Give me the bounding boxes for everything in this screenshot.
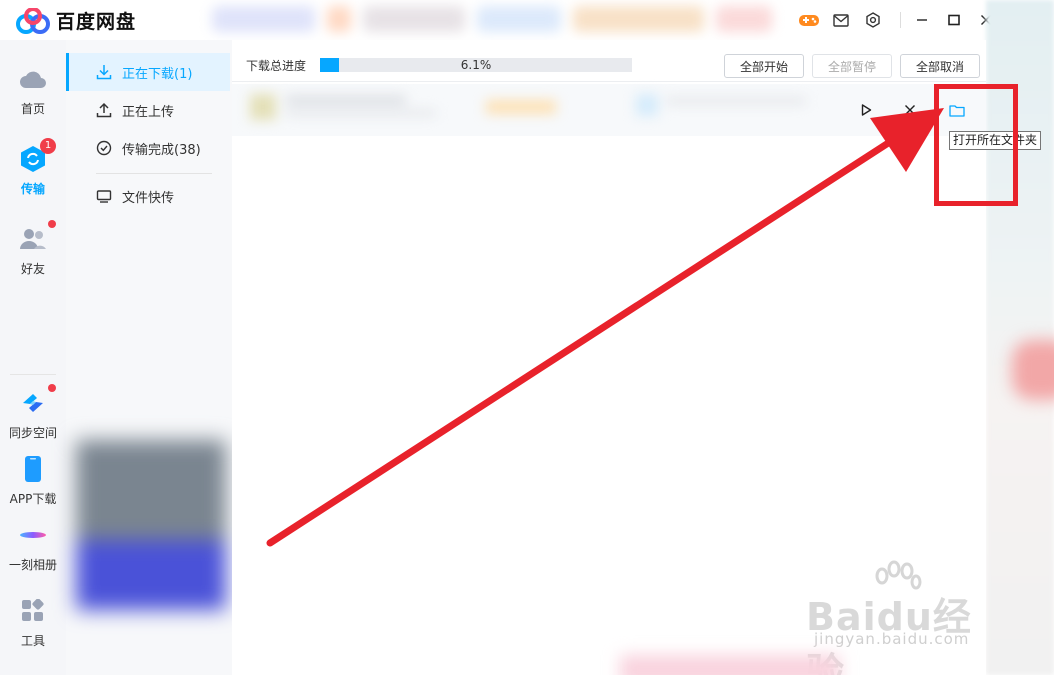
download-icon xyxy=(96,64,112,80)
toolbar-divider xyxy=(900,12,901,28)
baidu-jingyan-watermark: Baidu经验 jingyan.baidu.com xyxy=(806,560,1006,675)
cancel-all-button[interactable]: 全部取消 xyxy=(900,54,980,78)
sync-space-notification-dot xyxy=(48,384,56,392)
nav-item-album[interactable]: 一刻相册 xyxy=(0,520,66,573)
nav-item-label: 好友 xyxy=(20,262,45,276)
nav-item-app-download[interactable]: APP下载 xyxy=(0,454,66,507)
transfer-icon: 1 xyxy=(18,138,56,174)
download-task-row[interactable] xyxy=(232,84,986,136)
subnav-completed[interactable]: 传输完成(38) xyxy=(66,129,230,167)
title-bar: 百度网盘 xyxy=(0,0,1000,40)
check-circle-icon xyxy=(96,140,112,156)
friends-icon xyxy=(18,220,56,254)
play-icon xyxy=(861,104,872,116)
app-title: 百度网盘 xyxy=(56,11,137,33)
subnav-file-transfer[interactable]: 文件快传 xyxy=(66,177,230,215)
blurred-bottom-element xyxy=(620,655,840,675)
subnav-downloading[interactable]: 正在下载(1) xyxy=(66,53,230,91)
nav-item-label: 一刻相册 xyxy=(8,558,57,572)
pause-all-button[interactable]: 全部暂停 xyxy=(812,54,892,78)
nav-item-label: 传输 xyxy=(20,182,45,196)
blurred-header-area xyxy=(212,2,772,36)
maximize-icon[interactable] xyxy=(941,10,967,30)
nav-item-label: 首页 xyxy=(20,102,45,116)
nav-item-sync-space[interactable]: 同步空间 xyxy=(0,384,66,441)
left-nav: 首页 1 传输 好友 同步空间 APP下载 一刻相册 工具 xyxy=(0,40,66,675)
subnav-uploading[interactable]: 正在上传 xyxy=(66,91,230,129)
subnav-label: 正在下载(1) xyxy=(122,66,193,82)
nav-item-label: APP下载 xyxy=(9,492,57,506)
subnav-label: 正在上传 xyxy=(122,104,175,120)
annotation-highlight-box xyxy=(934,84,1018,206)
subnav-label: 传输完成(38) xyxy=(122,142,201,158)
upload-icon xyxy=(96,102,112,118)
nav-item-transfer[interactable]: 1 传输 xyxy=(0,138,66,197)
mail-icon[interactable] xyxy=(828,10,854,30)
toolbar-divider-line xyxy=(232,81,986,82)
total-progress-label: 下载总进度 xyxy=(246,59,307,73)
total-progress-bar: 6.1% xyxy=(320,58,632,72)
nav-item-label: 工具 xyxy=(20,634,45,648)
nav-item-friends[interactable]: 好友 xyxy=(0,220,66,277)
delete-task-button[interactable] xyxy=(898,98,922,122)
transfer-badge: 1 xyxy=(40,138,56,154)
total-progress-percent: 6.1% xyxy=(460,58,492,72)
subnav-divider xyxy=(96,173,212,174)
phone-icon xyxy=(18,454,48,484)
album-icon xyxy=(18,520,48,550)
friends-notification-dot xyxy=(48,220,56,228)
minimize-icon[interactable] xyxy=(909,10,935,30)
cloud-icon xyxy=(18,64,48,94)
app-logo: 百度网盘 xyxy=(16,6,137,34)
settings-icon[interactable] xyxy=(860,10,886,30)
blurred-background-blob xyxy=(1012,340,1054,400)
sync-space-icon xyxy=(18,384,56,418)
game-controller-icon[interactable] xyxy=(796,10,822,30)
baidu-netdisk-logo-icon xyxy=(16,6,50,34)
total-progress-row: 下载总进度 6.1% 全部开始 全部暂停 全部取消 xyxy=(232,52,986,80)
blurred-promo-banner xyxy=(76,440,226,610)
nav-divider xyxy=(10,374,56,375)
resume-task-button[interactable] xyxy=(854,98,878,122)
tools-icon xyxy=(18,596,48,626)
blurred-file-info xyxy=(246,88,806,128)
nav-item-home[interactable]: 首页 xyxy=(0,64,66,117)
nav-item-tools[interactable]: 工具 xyxy=(0,596,66,649)
monitor-icon xyxy=(96,188,112,204)
watermark-url: jingyan.baidu.com xyxy=(814,630,970,648)
subnav-label: 文件快传 xyxy=(122,190,175,206)
nav-item-label: 同步空间 xyxy=(8,426,57,440)
start-all-button[interactable]: 全部开始 xyxy=(724,54,804,78)
close-icon xyxy=(905,105,915,115)
